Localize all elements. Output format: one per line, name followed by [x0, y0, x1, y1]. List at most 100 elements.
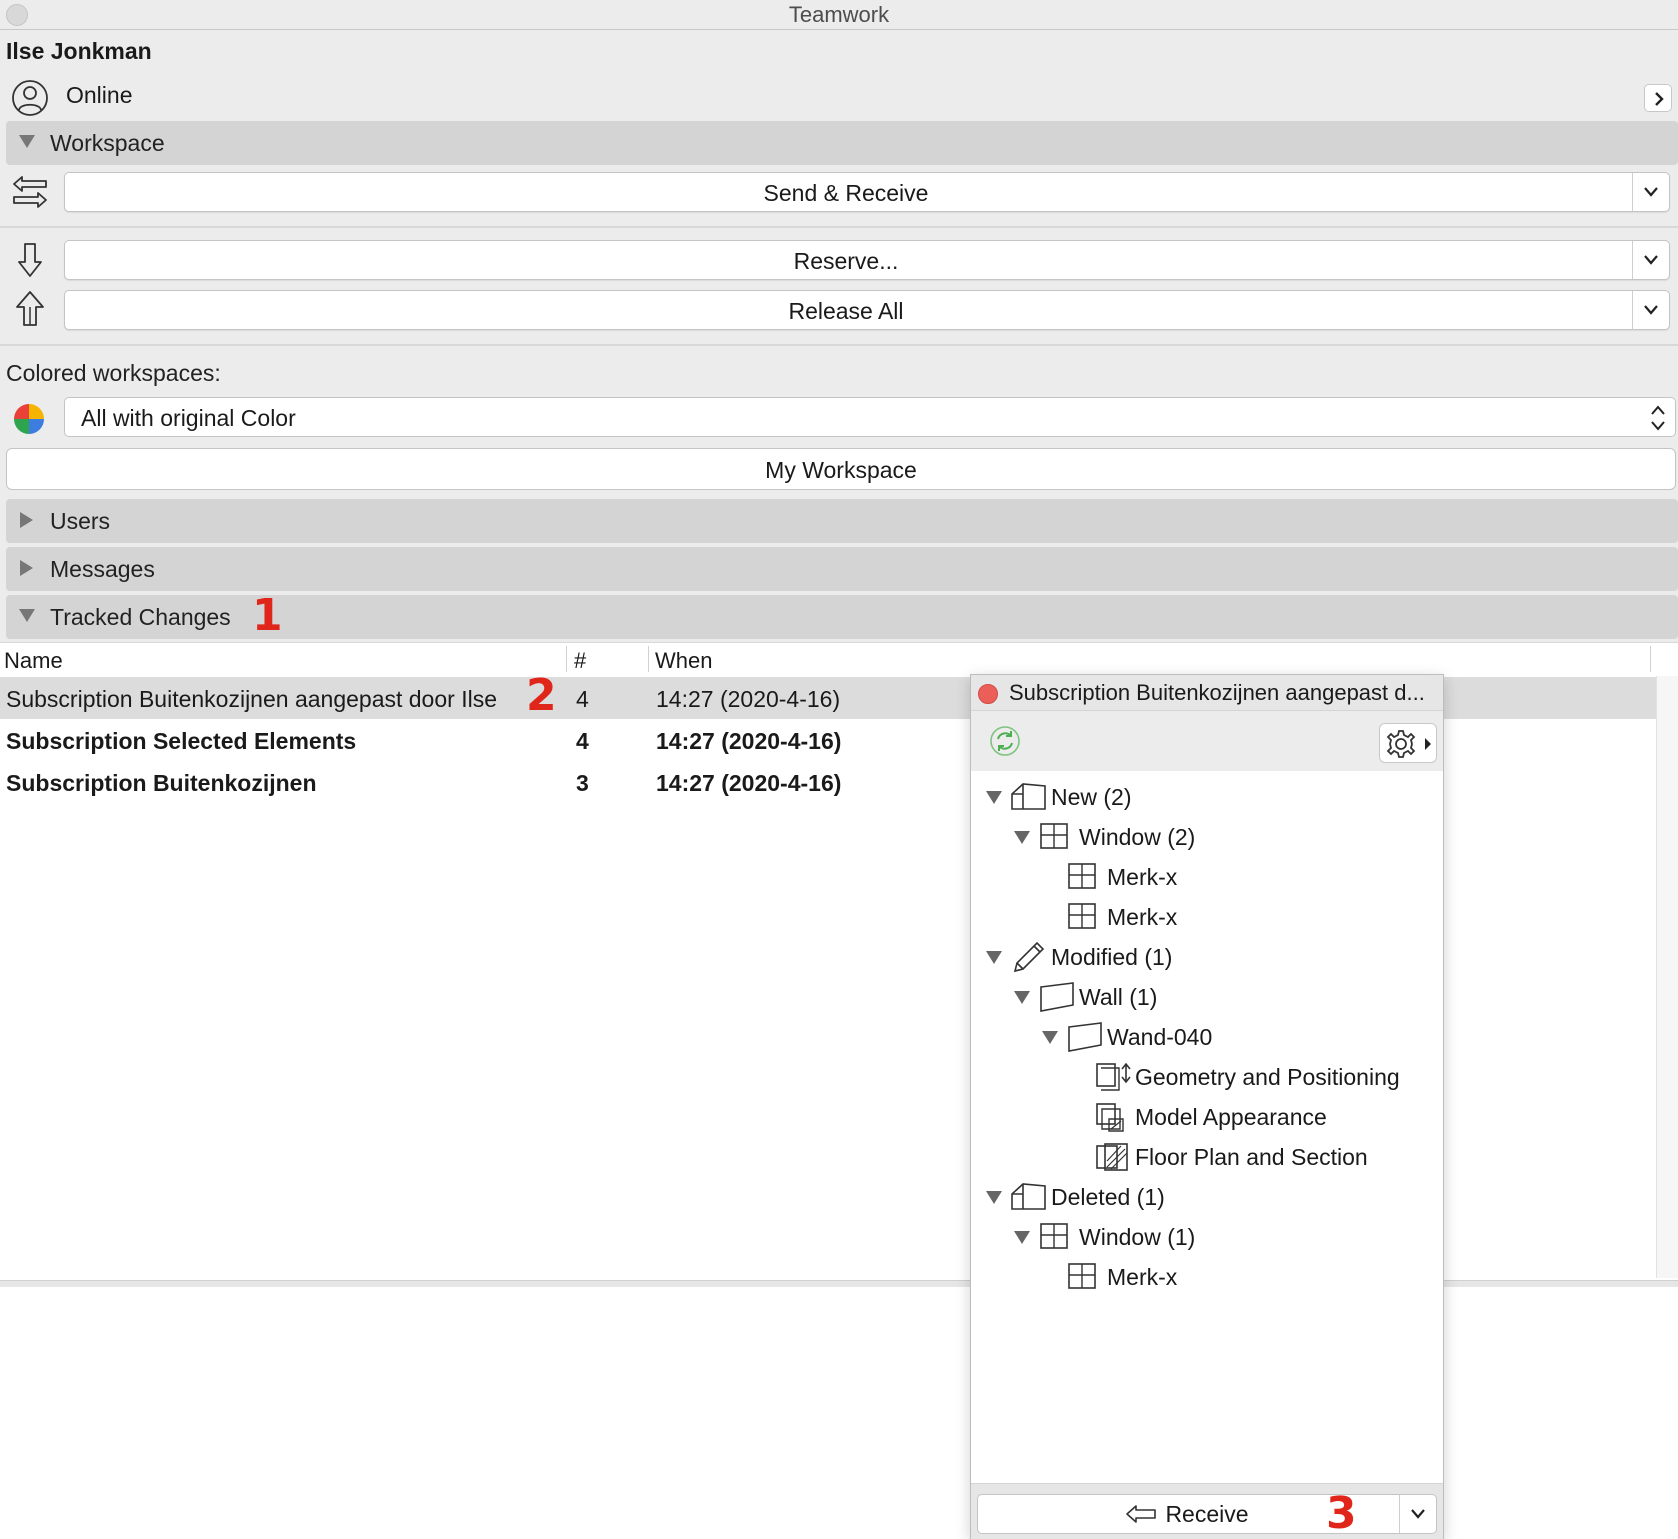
annotation-marker-1: 1 [252, 590, 283, 641]
chevron-down-icon[interactable] [1643, 303, 1659, 317]
building-icon [1011, 1183, 1046, 1210]
section-tracked-changes-label: Tracked Changes [50, 604, 231, 630]
release-all-label: Release All [788, 298, 904, 324]
divider [1632, 173, 1633, 211]
up-down-arrows-icon [1651, 405, 1665, 431]
changes-popover: Subscription Buitenkozijnen aangepast d.… [970, 674, 1444, 1539]
receive-button[interactable]: Receive [977, 1494, 1437, 1534]
color-mode-value: All with original Color [81, 405, 296, 431]
tree-label: Floor Plan and Section [1135, 1144, 1368, 1170]
triangle-down-icon[interactable] [1013, 989, 1031, 1005]
table-scrollbar[interactable] [1656, 676, 1678, 1278]
user-status-icon [12, 80, 48, 116]
wall-icon [1040, 982, 1074, 1012]
window-icon [1068, 903, 1096, 929]
send-receive-icon [13, 176, 47, 208]
status-expand-button[interactable] [1644, 84, 1672, 112]
section-messages[interactable]: Messages [6, 547, 1678, 591]
reserve-label: Reserve... [793, 248, 899, 274]
window-icon [1040, 823, 1068, 849]
column-header-name[interactable]: Name [4, 648, 63, 674]
divider [1632, 241, 1633, 279]
row-when: 14:27 (2020-4-16) [656, 770, 842, 796]
appearance-icon [1096, 1103, 1124, 1132]
annotation-marker-2: 2 [526, 670, 557, 721]
release-arrow-up-icon [16, 291, 44, 326]
chevron-down-icon[interactable] [1643, 253, 1659, 267]
tree-label: Merk-x [1107, 864, 1178, 890]
tree-label: Merk-x [1107, 904, 1178, 930]
triangle-down-icon[interactable] [985, 949, 1003, 965]
tree-label: Window (1) [1079, 1224, 1196, 1250]
column-divider [566, 646, 567, 672]
row-when: 14:27 (2020-4-16) [656, 728, 842, 754]
section-users[interactable]: Users [6, 499, 1678, 543]
pencil-icon [1013, 941, 1045, 973]
floorplan-icon [1096, 1143, 1128, 1171]
reserve-button[interactable]: Reserve... [64, 240, 1670, 280]
window-icon [1040, 1223, 1068, 1249]
user-status: Online [66, 82, 133, 108]
triangle-down-icon [19, 135, 35, 148]
chevron-right-icon [1655, 92, 1664, 106]
popover-title: Subscription Buitenkozijnen aangepast d.… [1009, 680, 1425, 705]
reserve-arrow-down-icon [18, 243, 42, 277]
building-icon [1011, 783, 1046, 810]
tree-label: Window (2) [1079, 824, 1196, 850]
user-name: Ilse Jonkman [6, 38, 152, 64]
geometry-icon [1096, 1062, 1131, 1091]
row-count: 4 [576, 728, 589, 754]
triangle-down-icon[interactable] [985, 789, 1003, 805]
annotation-marker-3: 3 [1326, 1488, 1357, 1539]
my-workspace-label: My Workspace [765, 457, 917, 483]
triangle-right-icon [20, 512, 33, 528]
settings-menu-button[interactable] [1379, 723, 1437, 763]
chevron-down-icon[interactable] [1410, 1507, 1426, 1521]
tree-label: Model Appearance [1135, 1104, 1327, 1130]
tree-label: Merk-x [1107, 1264, 1178, 1290]
row-name: Subscription Buitenkozijnen aangepast do… [6, 686, 497, 712]
triangle-down-icon[interactable] [1013, 829, 1031, 845]
divider [0, 226, 1678, 228]
row-count: 4 [576, 686, 589, 712]
triangle-right-icon [20, 560, 33, 576]
release-all-button[interactable]: Release All [64, 290, 1670, 330]
popover-header: Subscription Buitenkozijnen aangepast d.… [971, 675, 1443, 711]
section-workspace-label: Workspace [50, 130, 165, 156]
row-count: 3 [576, 770, 589, 796]
row-when: 14:27 (2020-4-16) [656, 686, 841, 712]
color-wheel-icon [14, 404, 44, 434]
popover-toolbar [971, 711, 1443, 771]
popover-footer: Receive [971, 1483, 1443, 1539]
gear-icon [1386, 730, 1431, 758]
tree-label: New (2) [1051, 784, 1132, 810]
column-header-count[interactable]: # [574, 648, 586, 674]
wall-icon [1068, 1022, 1102, 1052]
triangle-down-icon[interactable] [985, 1189, 1003, 1205]
color-mode-select[interactable]: All with original Color [64, 397, 1676, 437]
tree-label: Deleted (1) [1051, 1184, 1165, 1210]
send-receive-button[interactable]: Send & Receive [64, 172, 1670, 212]
triangle-down-icon[interactable] [1041, 1029, 1059, 1045]
tree-label: Wand-040 [1107, 1024, 1213, 1050]
row-name: Subscription Buitenkozijnen [6, 770, 317, 796]
column-header-when[interactable]: When [655, 648, 712, 674]
record-dot-icon [978, 684, 998, 704]
tree-label: Wall (1) [1079, 984, 1158, 1010]
divider [1399, 1495, 1400, 1533]
tree-label: Geometry and Positioning [1135, 1064, 1400, 1090]
divider [0, 344, 1678, 346]
window-icon [1068, 863, 1096, 889]
triangle-down-icon[interactable] [1013, 1229, 1031, 1245]
my-workspace-button[interactable]: My Workspace [6, 448, 1676, 490]
window-title: Teamwork [788, 2, 890, 27]
arrow-left-icon [1126, 1505, 1157, 1523]
row-name: Subscription Selected Elements [6, 728, 357, 754]
section-workspace[interactable]: Workspace [6, 121, 1678, 165]
chevron-down-icon[interactable] [1643, 185, 1659, 199]
column-divider [1650, 646, 1651, 672]
divider [1632, 291, 1633, 329]
window-icon [1068, 1263, 1096, 1289]
refresh-icon[interactable] [989, 725, 1021, 757]
title-bar: Teamwork [0, 0, 1678, 30]
